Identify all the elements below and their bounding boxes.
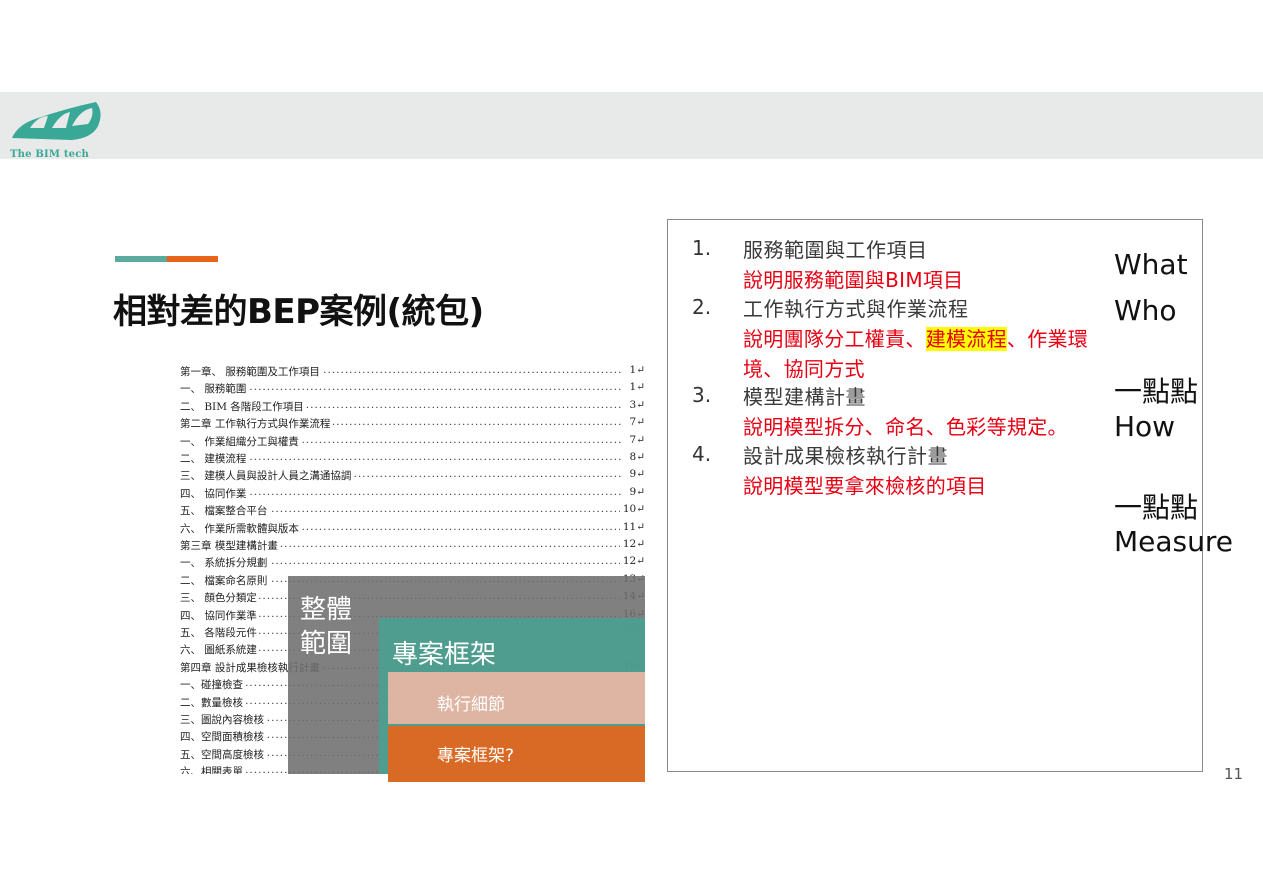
- item-2-desc-post: 、作業環: [1006, 327, 1089, 351]
- toc-label: 四、 協同作業準: [180, 607, 259, 623]
- overlay-project-framework-question: [388, 726, 645, 782]
- toc-label: 一、碰撞檢查: [180, 677, 245, 693]
- overlay-label-framework-q: 專案框架?: [437, 746, 515, 766]
- item-3-number: 3.: [692, 383, 712, 407]
- item-4-desc: 說明模型要拿來檢核的項目: [743, 474, 987, 498]
- accent-bar-orange: [167, 256, 218, 262]
- overlay-label-framework: 專案框架: [392, 640, 497, 670]
- toc-page: 8↵: [626, 451, 645, 463]
- toc-page: 12↵: [619, 538, 645, 550]
- item-1-title: 服務範圍與工作項目: [743, 238, 928, 262]
- toc-label: 五、空間高度檢核: [180, 746, 266, 762]
- page-number: 11: [1224, 765, 1244, 783]
- label-what: What: [1114, 248, 1188, 281]
- toc-label: 五、 檔案整合平台: [180, 503, 270, 519]
- logo-text: The BIM tech: [10, 149, 89, 160]
- item-1-desc: 說明服務範圍與BIM項目: [743, 268, 964, 292]
- toc-label: 三、 建模人員與設計人員之溝通協調: [180, 468, 354, 484]
- label-how: How: [1114, 410, 1176, 443]
- item-1-number: 1.: [692, 236, 712, 260]
- item-2-desc: 說明團隊分工權責、建模流程、作業環: [743, 323, 1088, 352]
- toc-label: 六、 圖紙系統建: [180, 642, 259, 658]
- toc-label: 一、 服務範圍: [180, 381, 249, 397]
- toc-line: ........................................…: [180, 451, 645, 468]
- toc-line: ........................................…: [180, 468, 645, 485]
- header-band: [0, 92, 1263, 159]
- item-4-number: 4.: [692, 442, 712, 466]
- toc-line: ........................................…: [180, 485, 645, 503]
- toc-label: 三、圖說內容檢核: [180, 712, 266, 727]
- toc-line: ........................................…: [180, 381, 645, 398]
- accent-bar-teal: [115, 256, 167, 262]
- toc-label: 二、 BIM 各階段工作項目: [180, 398, 306, 414]
- toc-line: ........................................…: [180, 416, 645, 433]
- slide-title: 相對差的BEP案例(統包): [113, 292, 484, 332]
- overlay-label-scope: 範圍: [300, 629, 353, 659]
- toc-page: 9↵: [626, 468, 645, 481]
- toc-label: 四、 協同作業: [180, 485, 249, 501]
- label-a-little-2: 一點點: [1114, 491, 1199, 524]
- overlay-label-overall: 整體: [300, 595, 353, 625]
- toc-line: ........................................…: [180, 398, 645, 416]
- toc-page: 7↵: [626, 433, 645, 446]
- item-2-desc-pre: 說明團隊分工權責、: [743, 327, 926, 351]
- toc-page: 12↵: [619, 555, 645, 568]
- toc-line: ........................................…: [180, 364, 645, 381]
- item-2-desc-line2: 境、協同方式: [743, 357, 865, 381]
- toc-page: 10↵: [619, 503, 645, 516]
- toc-line: ........................................…: [180, 433, 645, 451]
- toc-label: 二、 建模流程: [180, 451, 249, 466]
- toc-label: 第一章、 服務範圍及工作項目: [180, 364, 322, 379]
- toc-label: 六、 作業所需軟體與版本: [180, 520, 301, 536]
- toc-label: 六、相關表單: [180, 764, 245, 774]
- item-2-desc-highlight: 建模流程: [925, 327, 1007, 351]
- toc-page: 11↵: [619, 520, 645, 533]
- label-measure: Measure: [1114, 525, 1233, 558]
- toc-label: 二、數量檢核: [180, 694, 245, 710]
- toc-page: 7↵: [626, 416, 645, 429]
- toc-label: 四、空間面積檢核: [180, 729, 266, 745]
- toc-page: 3↵: [626, 398, 645, 411]
- overlay-execution-details: [388, 672, 645, 724]
- toc-page: 1↵: [626, 364, 645, 376]
- toc-label: 第二章 工作執行方式與作業流程: [180, 416, 333, 432]
- toc-line: ........................................…: [180, 503, 645, 520]
- toc-page: 1↵: [626, 381, 645, 394]
- toc-label: 三、 顏色分類定: [180, 590, 259, 606]
- overlay-label-details: 執行細節: [437, 695, 505, 715]
- item-3-title: 模型建構計畫: [743, 385, 866, 409]
- item-2-title: 工作執行方式與作業流程: [743, 297, 969, 321]
- item-3-desc: 說明模型拆分、命名、色彩等規定。: [743, 415, 1068, 439]
- toc-page: 9↵: [626, 485, 645, 498]
- toc-label: 二、 檔案命名原則: [180, 572, 270, 588]
- toc-line: ........................................…: [180, 555, 645, 572]
- label-a-little-1: 一點點: [1114, 375, 1199, 408]
- toc-label: 一、 系統拆分規劃: [180, 555, 270, 571]
- toc-label: 第三章 模型建構計畫: [180, 538, 280, 553]
- item-2-number: 2.: [692, 295, 712, 319]
- item-4-title: 設計成果檢核執行計畫: [743, 444, 948, 468]
- toc-line: ........................................…: [180, 520, 645, 538]
- label-who: Who: [1114, 294, 1177, 327]
- toc-label: 一、 作業組織分工與權責: [180, 433, 301, 449]
- toc-label: 五、 各階段元件: [180, 625, 259, 640]
- toc-line: ........................................…: [180, 538, 645, 555]
